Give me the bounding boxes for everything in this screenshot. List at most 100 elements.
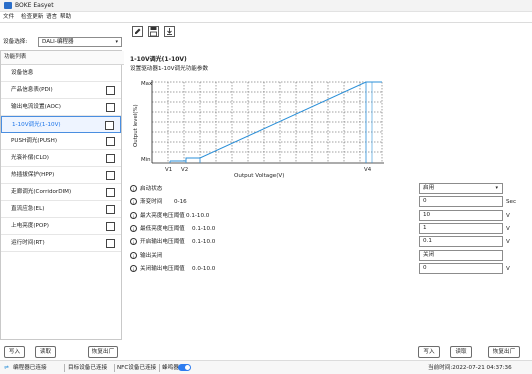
param-label: 最低亮度电压阈值: [140, 225, 185, 232]
y-axis-label: Output level(%): [133, 104, 139, 147]
download-icon[interactable]: [164, 26, 175, 37]
param-unit: Sec: [506, 199, 517, 206]
param-range: 0.1-10.0: [192, 225, 216, 232]
sidebar-item-label: 1-10V调光(1-10V): [12, 122, 61, 128]
info-icon[interactable]: i: [130, 198, 137, 206]
menu-help[interactable]: 帮助: [60, 13, 71, 22]
sidebar-item-label: PUSH调光(PUSH): [11, 138, 58, 144]
param-unit: V: [506, 212, 510, 219]
sidebar-item-checkbox[interactable]: [106, 103, 115, 112]
param-unit: V: [506, 265, 510, 272]
x-tick-v4: V4: [364, 167, 372, 173]
sidebar-item-checkbox[interactable]: [106, 222, 115, 231]
save-icon[interactable]: [148, 26, 159, 37]
sidebar-item-label: 上电亮度(POP): [11, 223, 49, 229]
usb-icon: ⇌: [4, 365, 9, 371]
sidebar-item[interactable]: PUSH调光(PUSH): [1, 133, 121, 150]
sidebar-item[interactable]: 产品信息表(PDI): [1, 82, 121, 99]
info-icon[interactable]: i: [130, 185, 137, 192]
page-title: 1-10V调光(1-10V): [130, 56, 187, 63]
sidebar-item-label: 光衰补偿(CLO): [11, 155, 49, 161]
chevron-down-icon: ▾: [495, 185, 498, 191]
param-row: i 输出关闭 关闭: [130, 249, 520, 262]
sidebar-item-label: 直流应急(EL): [11, 206, 45, 212]
sidebar-item[interactable]: 光衰补偿(CLO): [1, 150, 121, 167]
param-range: 0-16: [174, 199, 187, 206]
sidebar-item-checkbox[interactable]: [106, 205, 115, 214]
info-icon[interactable]: i: [130, 251, 137, 259]
chevron-down-icon: ▾: [115, 39, 118, 45]
param-input[interactable]: 0: [419, 262, 503, 274]
sidebar-item-checkbox[interactable]: [106, 137, 115, 146]
menu-language[interactable]: 语言: [46, 13, 57, 22]
info-icon[interactable]: i: [130, 238, 137, 246]
info-icon[interactable]: i: [130, 224, 137, 232]
param-value: 10: [423, 211, 431, 218]
dimming-curve-line: [170, 81, 382, 162]
status-buzzer: 蜂鸣器: [162, 365, 179, 371]
device-select[interactable]: DALI-编程器 ▾: [38, 37, 122, 47]
info-icon[interactable]: i: [130, 264, 137, 272]
device-select-label: 设备选择:: [3, 39, 28, 45]
sidebar-item-checkbox[interactable]: [106, 171, 115, 180]
param-row: i 启动状态 启用 ▾: [130, 183, 520, 195]
left-reset-button[interactable]: 恢复出厂: [88, 346, 118, 358]
param-range: 0.1-10.0: [192, 239, 216, 246]
param-label: 最大亮度电压阈值: [140, 212, 185, 219]
param-value: 关闭: [423, 251, 435, 258]
param-row: i 最低亮度电压阈值 0.1-10.0 1 V: [130, 222, 520, 235]
sidebar-item[interactable]: 运行时间(RT): [1, 235, 121, 252]
status-target: 目标设备已连接: [68, 365, 108, 371]
sidebar-item[interactable]: 1-10V调光(1-10V): [1, 116, 121, 133]
left-write-button[interactable]: 写入: [4, 346, 25, 358]
y-tick-min: Min: [141, 157, 151, 163]
menu-file[interactable]: 文件: [3, 13, 14, 22]
param-input[interactable]: 0.1: [419, 236, 503, 248]
sidebar-item[interactable]: 上电亮度(POP): [1, 218, 121, 235]
right-reset-button[interactable]: 恢复出厂: [488, 346, 520, 358]
status-divider: [159, 364, 160, 372]
function-list-panel: 功能列表 设备信息产品信息表(PDI) 输出电流设置(AOC) 1-10V调光(1-…: [0, 50, 124, 340]
function-list-header: 功能列表: [1, 51, 124, 65]
dimming-curve-diagram: Max Min V1 V2 V4 Output Voltage(V) Outpu…: [133, 80, 384, 179]
x-tick-v2: V2: [181, 167, 188, 173]
param-label: 渐变时间: [140, 199, 163, 206]
sidebar-item[interactable]: 输出电流设置(AOC): [1, 99, 121, 116]
status-time: 当前时间:2022-07-21 04:37:36: [428, 365, 512, 371]
status-divider: [64, 364, 65, 372]
sidebar-item[interactable]: 热插拔保护(HPP): [1, 167, 121, 184]
right-read-button[interactable]: 读取: [450, 346, 472, 358]
param-input[interactable]: 关闭: [419, 249, 503, 261]
param-input[interactable]: 1: [419, 222, 503, 234]
sidebar-item-checkbox[interactable]: [106, 188, 115, 197]
menu-check-update[interactable]: 检查更新: [21, 13, 43, 22]
param-select[interactable]: 启用 ▾: [419, 183, 503, 194]
buzzer-toggle[interactable]: [178, 364, 191, 371]
sidebar-item-checkbox[interactable]: [106, 239, 115, 248]
sidebar-item-checkbox[interactable]: [106, 154, 115, 163]
param-input[interactable]: 0: [419, 196, 503, 208]
edit-icon[interactable]: [132, 26, 143, 37]
status-programmer: 编程器已连接: [13, 365, 47, 371]
param-row: i 最大亮度电压阈值 0.1-10.0 10 V: [130, 209, 520, 222]
info-icon[interactable]: i: [130, 211, 137, 219]
sidebar-item[interactable]: 走廊调光(CorridorDIM): [1, 184, 121, 201]
right-write-button[interactable]: 写入: [418, 346, 440, 358]
sidebar-item[interactable]: 设备信息: [1, 65, 121, 82]
sidebar-item-checkbox[interactable]: [105, 121, 114, 130]
left-read-button[interactable]: 读取: [35, 346, 56, 358]
sidebar-item-label: 产品信息表(PDI): [11, 87, 53, 93]
param-row: i 关闭输出电压阈值 0.0-10.0 0 V: [130, 262, 520, 275]
param-input[interactable]: 10: [419, 209, 503, 221]
param-row: i 渐变时间 0-16 0 Sec: [130, 196, 520, 208]
status-bar: ⇌ 编程器已连接 目标设备已连接 NFC设备已连接 蜂鸣器 当前时间:2022-…: [0, 360, 532, 374]
sidebar-item-label: 运行时间(RT): [11, 240, 45, 246]
sidebar-item-checkbox[interactable]: [106, 86, 115, 95]
app-title: BOKE Easyet: [15, 2, 54, 9]
param-value: 启用: [423, 185, 435, 191]
sidebar-item[interactable]: 直流应急(EL): [1, 201, 121, 218]
x-tick-v1: V1: [165, 167, 172, 173]
param-value: 1: [423, 224, 427, 231]
param-label: 启动状态: [140, 186, 163, 192]
x-axis-label: Output Voltage(V): [234, 173, 284, 179]
